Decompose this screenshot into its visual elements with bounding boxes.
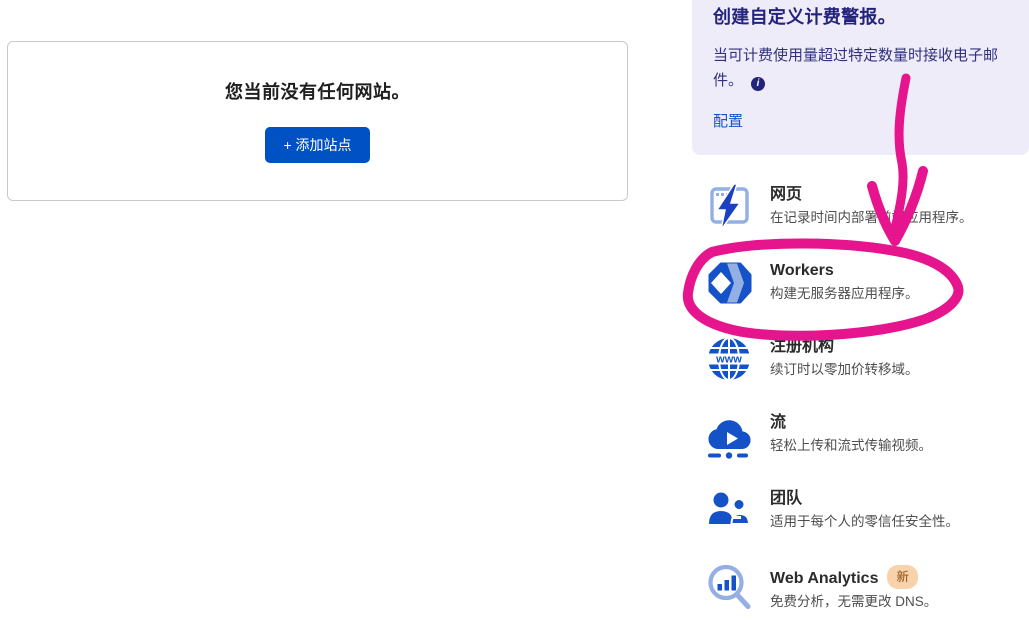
workers-icon [705, 259, 753, 307]
product-description: 在记录时间内部署前端应用程序。 [770, 209, 973, 227]
product-title: Workers [770, 261, 919, 281]
billing-alert-title: 创建自定义计费警报。 [713, 3, 1009, 29]
add-site-button[interactable]: + 添加站点 [265, 127, 369, 163]
product-title: 网页 [770, 185, 973, 205]
product-title: 流 [770, 413, 932, 433]
product-description: 构建无服务器应用程序。 [770, 285, 919, 303]
product-item-registrar[interactable]: www 注册机构 续订时以零加价转移域。 [705, 335, 1029, 383]
no-websites-card: 您当前没有任何网站。 + 添加站点 [7, 41, 628, 201]
new-badge: 新 [887, 565, 918, 589]
product-title-text: Web Analytics [770, 570, 878, 587]
product-description: 轻松上传和流式传输视频。 [770, 437, 932, 455]
product-item-workers[interactable]: Workers 构建无服务器应用程序。 [705, 259, 1029, 307]
info-icon[interactable]: i [751, 77, 765, 91]
product-item-teams[interactable]: 团队 适用于每个人的零信任安全性。 [705, 487, 1029, 535]
globe-www-icon: www [705, 335, 753, 383]
globe-www-label: www [715, 354, 742, 366]
product-description: 免费分析，无需更改 DNS。 [770, 593, 937, 611]
billing-alert-description: 当可计费使用量超过特定数量时接收电子邮件。i [713, 43, 1013, 93]
product-description: 续订时以零加价转移域。 [770, 361, 919, 379]
magnifier-chart-icon [705, 563, 753, 611]
billing-alert-panel: 创建自定义计费警报。 当可计费使用量超过特定数量时接收电子邮件。i 配置 [692, 0, 1029, 155]
product-item-stream[interactable]: 流 轻松上传和流式传输视频。 [705, 411, 1029, 459]
product-title: 注册机构 [770, 337, 919, 357]
product-title: 团队 [770, 489, 959, 509]
product-item-web-analytics[interactable]: Web Analytics 新 免费分析，无需更改 DNS。 [705, 563, 1029, 611]
product-title: Web Analytics 新 [770, 565, 937, 589]
configure-link[interactable]: 配置 [713, 110, 743, 131]
pages-lightning-icon [705, 183, 753, 231]
people-icon [705, 487, 753, 535]
cloud-play-icon [705, 411, 753, 459]
product-item-pages[interactable]: 网页 在记录时间内部署前端应用程序。 [705, 183, 1029, 231]
product-description: 适用于每个人的零信任安全性。 [770, 513, 959, 531]
product-list: 网页 在记录时间内部署前端应用程序。 Workers 构建无服务器应用程序。 w… [705, 183, 1029, 639]
no-websites-message: 您当前没有任何网站。 [8, 78, 627, 104]
